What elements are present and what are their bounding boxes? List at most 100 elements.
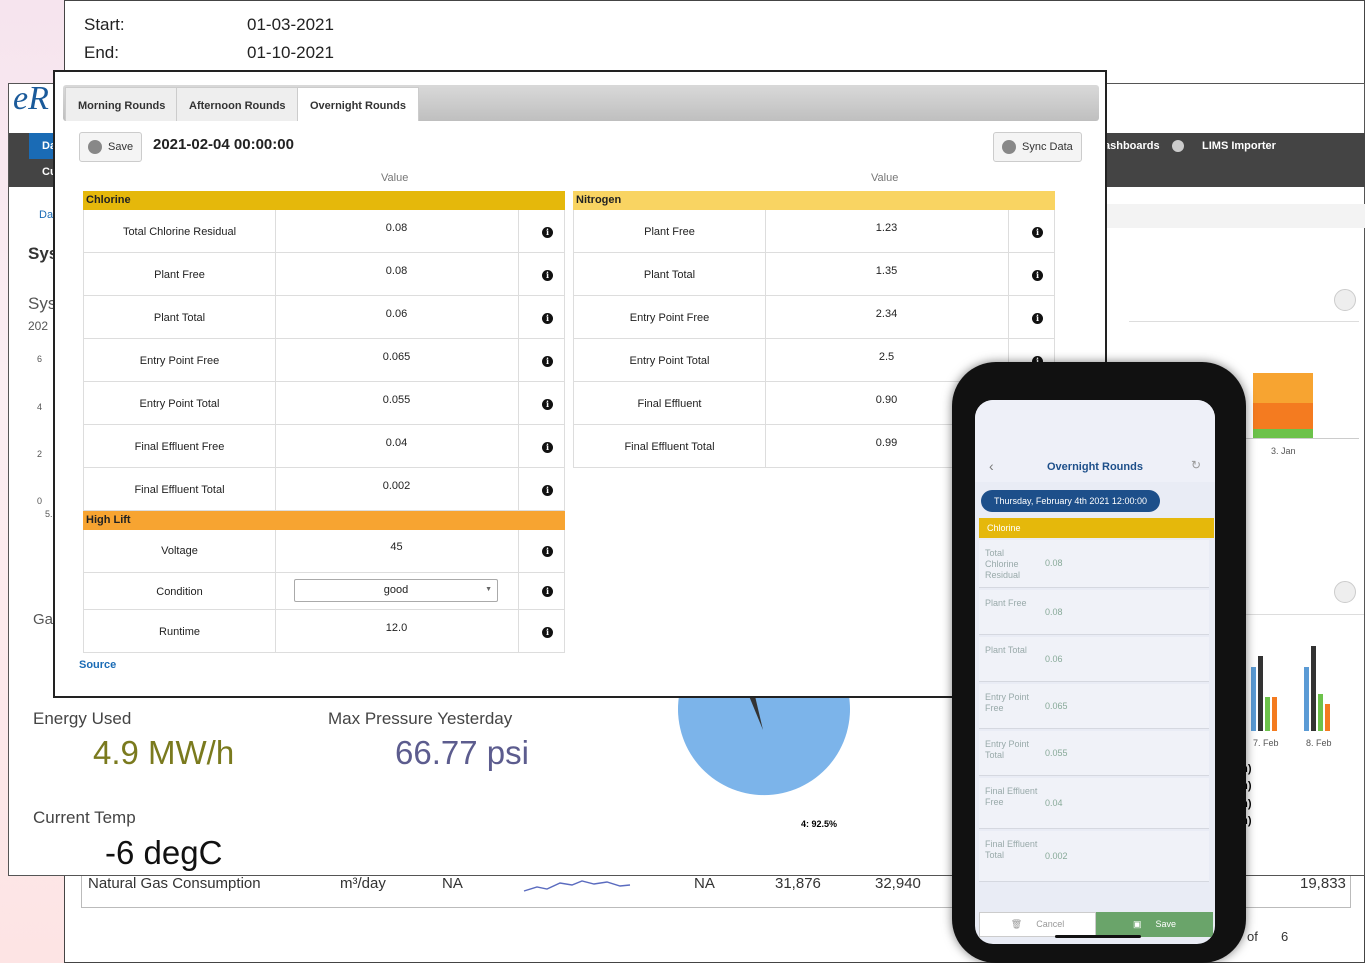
runtime-value[interactable]: 12.0	[275, 622, 518, 634]
stacked-bar	[1253, 429, 1313, 438]
phone-title: Overnight Rounds	[1047, 461, 1143, 473]
row-value[interactable]: 0.055	[275, 394, 518, 406]
grouped-bar	[1325, 704, 1330, 731]
phone-field-label: Entry Point Total	[985, 739, 1030, 760]
value-column-header: Value	[381, 172, 409, 184]
source-link[interactable]: Source	[79, 659, 116, 671]
info-icon[interactable]: i	[542, 356, 553, 367]
trash-icon: 🗑	[1010, 919, 1023, 929]
row-label: Runtime	[159, 626, 200, 638]
row-name: Natural Gas Consumption	[88, 875, 261, 892]
phone-field[interactable]: Final Effluent Total 0.002	[979, 831, 1209, 882]
phone-field-value: 0.06	[1045, 653, 1063, 664]
row-cell: NA	[442, 875, 463, 892]
tab-morning-rounds[interactable]: Morning Rounds	[65, 87, 179, 121]
table-row: Entry Point Free 2.34 i	[573, 296, 1055, 339]
phone-field-label: Total Chlorine Residual	[985, 548, 1021, 580]
grouped-bar	[1272, 697, 1277, 731]
info-icon[interactable]: i	[542, 313, 553, 324]
grouped-bar	[1265, 697, 1270, 731]
kpi-temp-value: -6 degC	[105, 834, 223, 871]
grouped-bar	[1311, 646, 1316, 731]
refresh-icon[interactable]: ↻	[1191, 458, 1201, 472]
info-icon[interactable]: i	[1032, 227, 1043, 238]
tab-overnight-rounds[interactable]: Overnight Rounds	[297, 87, 419, 121]
row-label: Entry Point Total	[629, 355, 710, 367]
x-tick: 3. Jan	[1271, 446, 1296, 456]
info-icon[interactable]: i	[542, 586, 553, 597]
kpi-energy-label: Energy Used	[33, 709, 132, 728]
row-label: Final Effluent Free	[134, 441, 225, 453]
row-value[interactable]: 0.06	[275, 308, 518, 320]
info-icon[interactable]: i	[542, 442, 553, 453]
row-value[interactable]: 0.04	[275, 437, 518, 449]
phone-field[interactable]: Final Effluent Free 0.04	[979, 778, 1209, 829]
phone-field-label: Entry Point Free	[985, 692, 1030, 713]
row-value[interactable]: 1.23	[765, 222, 1008, 234]
sync-data-button[interactable]: Sync Data	[993, 132, 1082, 162]
chart-menu-icon[interactable]	[1334, 581, 1356, 603]
chevron-down-icon[interactable]	[1172, 140, 1184, 152]
table-row: Final Effluent Free 0.04 i	[83, 425, 565, 468]
phone-mockup: ‹ Overnight Rounds ↻ Thursday, February …	[952, 362, 1246, 963]
row-value[interactable]: 0.002	[275, 480, 518, 492]
phone-save-button[interactable]: ▣ Save	[1096, 912, 1213, 937]
kpi-pressure-value: 66.77 psi	[395, 734, 529, 771]
phone-cancel-button[interactable]: 🗑 Cancel	[979, 912, 1096, 937]
info-icon[interactable]: i	[542, 485, 553, 496]
row-value[interactable]: 0.08	[275, 222, 518, 234]
grouped-bar	[1258, 656, 1263, 731]
chart-menu-icon[interactable]	[1334, 289, 1356, 311]
stacked-bar	[1253, 403, 1313, 429]
grouped-bar	[1318, 694, 1323, 731]
info-icon[interactable]: i	[1032, 270, 1043, 281]
info-icon[interactable]: i	[542, 227, 553, 238]
table-row: Final Effluent Total 0.002 i	[83, 468, 565, 511]
info-icon[interactable]: i	[542, 399, 553, 410]
floppy-disk-icon: ▣	[1132, 919, 1142, 929]
voltage-value[interactable]: 45	[275, 541, 518, 553]
gauge-title-fragment: Ga	[33, 611, 54, 628]
phone-field[interactable]: Plant Total 0.06	[979, 637, 1209, 682]
app-logo: eR	[13, 80, 49, 117]
row-value[interactable]: 2.5	[765, 351, 1008, 363]
row-value[interactable]: 0.08	[275, 265, 518, 277]
save-button[interactable]: Save	[79, 132, 143, 162]
condition-select[interactable]: good ▼	[294, 579, 498, 602]
phone-cancel-label: Cancel	[1036, 919, 1065, 929]
info-icon[interactable]: i	[542, 546, 553, 557]
phone-field-label: Plant Free	[985, 598, 1027, 608]
breadcrumb-fragment[interactable]: Da	[39, 209, 53, 221]
phone-field[interactable]: Entry Point Free 0.065	[979, 684, 1209, 729]
back-chevron-icon[interactable]: ‹	[989, 458, 994, 474]
row-value[interactable]: 0.065	[275, 351, 518, 363]
phone-field[interactable]: Entry Point Total 0.055	[979, 731, 1209, 776]
kpi-energy-value: 4.9 MW/h	[93, 734, 235, 771]
row-value[interactable]: 2.34	[765, 308, 1008, 320]
tab-afternoon-rounds[interactable]: Afternoon Rounds	[176, 87, 299, 121]
pie-slice	[678, 696, 850, 796]
breadcrumb	[1097, 204, 1365, 228]
date-pill[interactable]: Thursday, February 4th 2021 12:00:00	[981, 490, 1160, 512]
info-icon[interactable]: i	[542, 627, 553, 638]
info-icon[interactable]: i	[1032, 313, 1043, 324]
nav-dashboards[interactable]: ashboards	[1104, 140, 1160, 152]
nav-lims-importer[interactable]: LIMS Importer	[1202, 140, 1276, 152]
phone-field-label: Final Effluent Free	[985, 786, 1038, 807]
row-value[interactable]: 1.35	[765, 265, 1008, 277]
phone-field[interactable]: Plant Free 0.08	[979, 590, 1209, 635]
chart-gridline	[1234, 614, 1364, 615]
phone-screen: ‹ Overnight Rounds ↻ Thursday, February …	[975, 400, 1215, 944]
info-icon[interactable]: i	[542, 270, 553, 281]
phone-field[interactable]: Total Chlorine Residual 0.08	[979, 540, 1209, 588]
sync-button-label: Sync Data	[1022, 141, 1073, 153]
table-row: Plant Total 1.35 i	[573, 253, 1055, 296]
row-label: Plant Total	[643, 269, 696, 281]
chlorine-section-header: Chlorine	[83, 191, 565, 210]
phone-field-value: 0.002	[1045, 850, 1068, 861]
table-row: Voltage 45 i	[83, 530, 565, 573]
start-date: 01-03-2021	[247, 15, 334, 34]
pager-total[interactable]: 6	[1281, 929, 1288, 944]
grouped-bar	[1251, 667, 1256, 731]
row-label: Voltage	[161, 545, 198, 557]
